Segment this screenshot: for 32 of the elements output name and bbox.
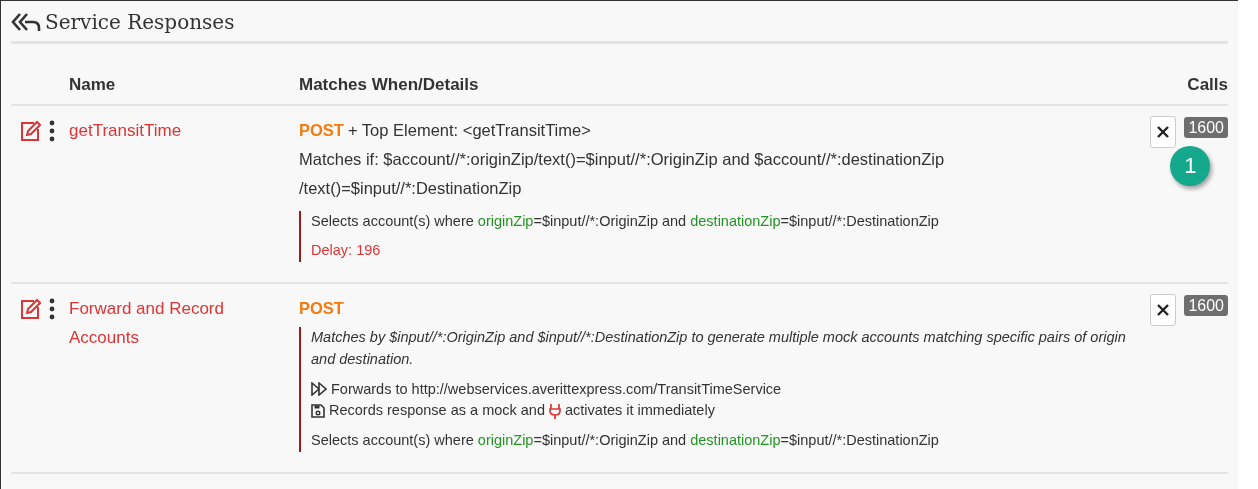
delay-text: Delay: 196 — [311, 242, 381, 259]
edit-icon[interactable] — [19, 298, 41, 320]
close-icon — [1157, 304, 1170, 316]
remove-button[interactable] — [1150, 294, 1177, 326]
method-label: POST — [299, 298, 344, 319]
match-condition: Matches if: $account//*:originZip/text()=$input//*:OriginZip and $account//*:destinationZip /text()=$input//*:DestinationZip — [299, 149, 945, 197]
response-name-link[interactable]: Forward and Record Accounts — [69, 294, 275, 352]
calls-count: 1600 — [1184, 295, 1228, 316]
page-title: Service Responses — [45, 9, 235, 36]
column-header: Matches When/Details — [299, 75, 479, 94]
selects-text: Selects account(s) where originZip=$input//*:OriginZip and destinationZip=$input//*:DestinationZip — [311, 432, 939, 448]
back-icon[interactable] — [11, 11, 41, 33]
response-name-link[interactable]: getTransitTime — [69, 115, 275, 145]
column-header: Calls — [1187, 75, 1228, 94]
forward-text: Forwards to http://webservices.averittexpress.com/TransitTimeService — [331, 379, 782, 399]
record-text: activates it immediately — [565, 401, 715, 421]
method-label: POST — [299, 119, 344, 141]
description-text: Matches by $input//*:OriginZip and $input//*:DestinationZip to generate multiple mock accounts matching specific pairs of origin and destination. — [311, 329, 1126, 367]
edit-icon[interactable] — [19, 119, 41, 142]
fast-forward-icon — [311, 382, 327, 397]
calls-count: 1600 — [1184, 116, 1228, 138]
column-header: Name — [69, 75, 116, 94]
remove-button[interactable] — [1150, 115, 1177, 148]
save-icon — [311, 404, 325, 419]
selects-text: Selects account(s) where originZip=$input//*:OriginZip and destinationZip=$input//*:DestinationZip — [311, 212, 939, 229]
close-icon — [1157, 125, 1170, 138]
callout-marker: 1 — [1170, 145, 1211, 186]
top-element-text: + Top Element: <getTransitTime> — [347, 119, 591, 141]
record-text: Records response as a mock and — [329, 401, 545, 421]
more-options-icon[interactable] — [49, 298, 55, 320]
plug-icon — [549, 403, 561, 420]
more-options-icon[interactable] — [49, 119, 55, 142]
